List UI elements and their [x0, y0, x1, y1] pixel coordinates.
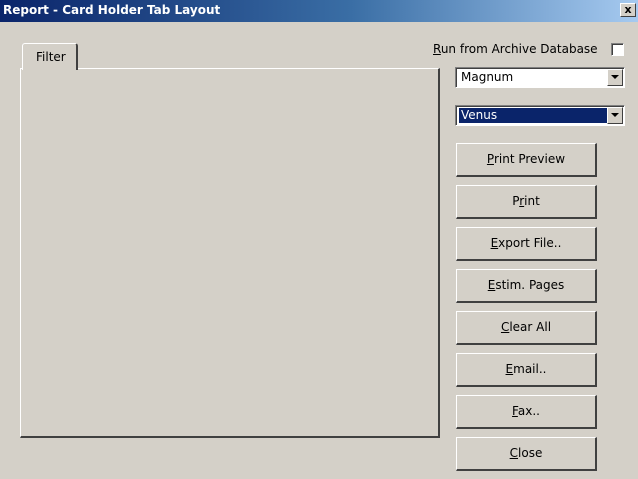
email-label-mnemonic: E: [505, 362, 514, 376]
email-button[interactable]: Email..: [456, 353, 597, 387]
export-file-button[interactable]: Export File..: [456, 227, 597, 261]
export-file-label-post: xport File..: [498, 236, 562, 250]
archive-label-mnemonic: R: [433, 42, 441, 56]
archive-database-label[interactable]: Run from Archive Database: [433, 42, 598, 56]
print-label-post: int: [524, 194, 540, 208]
clear-all-button[interactable]: Clear All: [456, 311, 597, 345]
database-select[interactable]: Magnum: [455, 67, 625, 88]
filter-tab-panel: [20, 68, 440, 438]
title-bar: Report - Card Holder Tab Layout x: [0, 0, 638, 22]
chevron-down-icon[interactable]: [607, 107, 623, 124]
close-label-post: lose: [518, 446, 543, 460]
close-label-mnemonic: C: [509, 446, 519, 460]
window-title: Report - Card Holder Tab Layout: [3, 3, 221, 17]
server-select[interactable]: Venus: [455, 105, 625, 126]
clear-all-label-post: lear All: [509, 320, 552, 334]
database-select-value: Magnum: [461, 70, 514, 84]
print-preview-button[interactable]: Print Preview: [456, 143, 597, 177]
close-button[interactable]: Close: [456, 437, 597, 471]
print-button[interactable]: Print: [456, 185, 597, 219]
tab-filter[interactable]: Filter: [22, 43, 78, 70]
email-label-post: mail..: [513, 362, 547, 376]
chevron-down-icon[interactable]: [607, 69, 623, 86]
fax-button[interactable]: Fax..: [456, 395, 597, 429]
tab-filter-label: Filter: [36, 50, 66, 64]
print-preview-label-post: rint Preview: [493, 152, 566, 166]
archive-label-rest: un from Archive Database: [440, 42, 598, 56]
fax-label-post: ax..: [517, 404, 540, 418]
report-window: Report - Card Holder Tab Layout x Filter…: [0, 0, 638, 479]
estim-pages-button[interactable]: Estim. Pages: [456, 269, 597, 303]
print-preview-label-mnemonic: P: [486, 152, 494, 166]
close-window-button[interactable]: x: [620, 3, 636, 17]
estim-pages-label-post: stim. Pages: [495, 278, 565, 292]
close-icon: x: [624, 3, 632, 16]
server-select-value: Venus: [459, 108, 607, 123]
archive-database-checkbox[interactable]: [611, 43, 624, 56]
